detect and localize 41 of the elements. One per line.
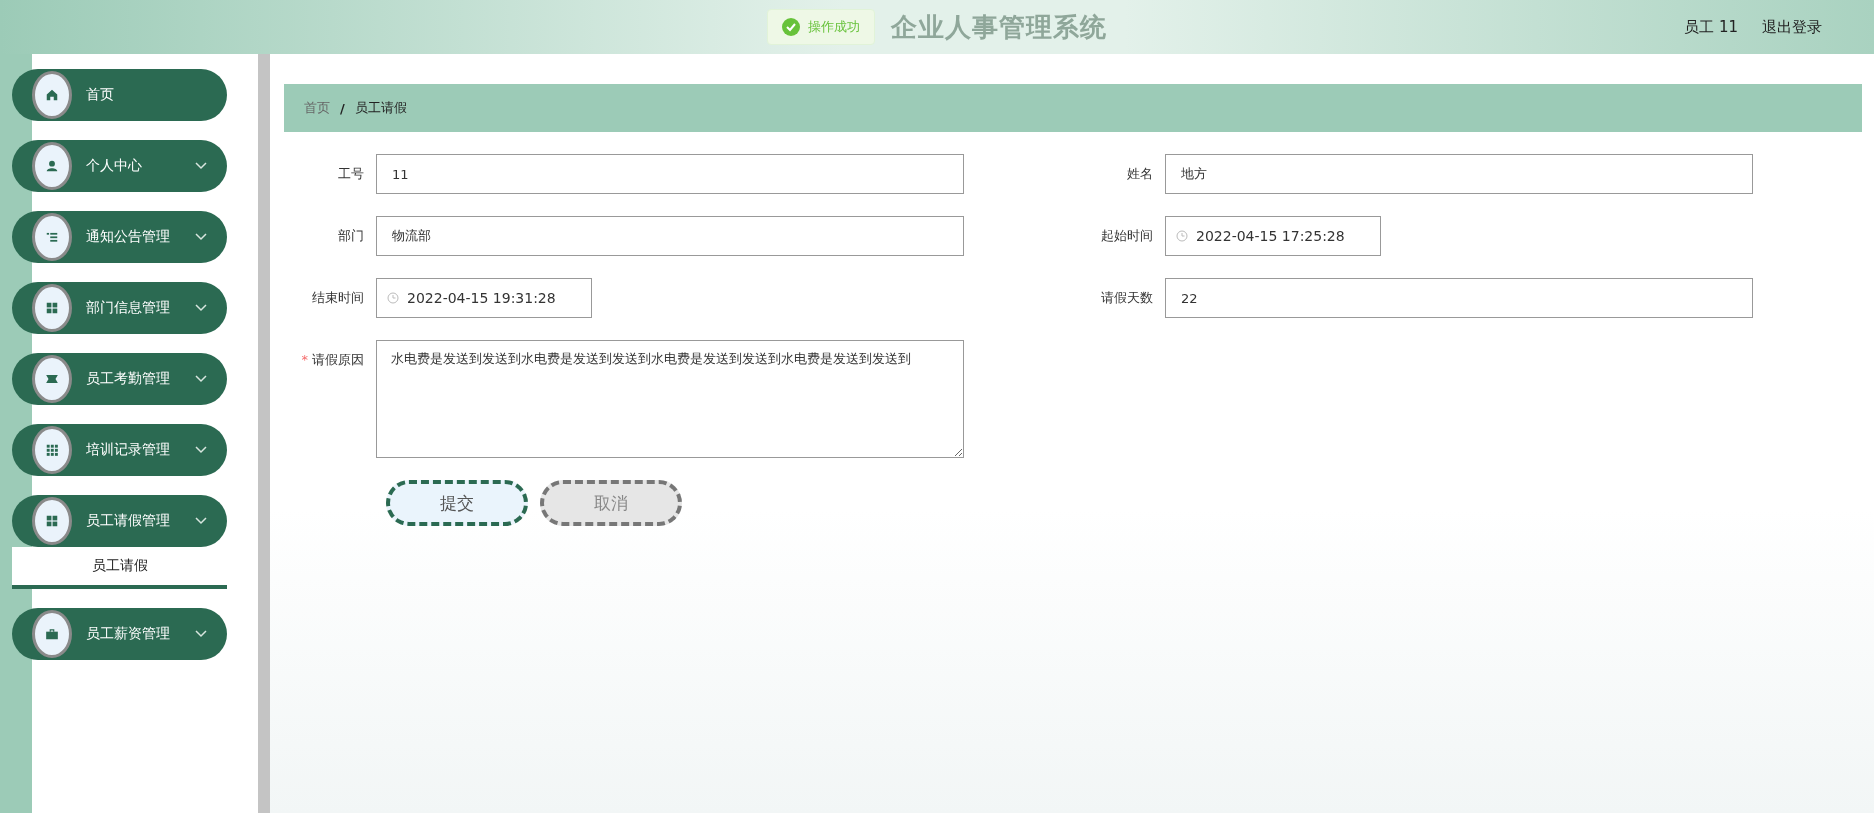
text-input[interactable]: 物流部 [376,216,964,256]
check-circle-icon [782,18,800,36]
date-field[interactable]: 2022-04-15 19:31:28 [376,278,592,318]
field-label: * 请假原因 [300,351,365,369]
menu-item[interactable]: 首页 [12,69,227,121]
list-icon [45,230,59,244]
field-label: 工号 [337,165,365,183]
reason-textarea[interactable]: 水电费是发送到发送到水电费是发送到发送到水电费是发送到发送到水电费是发送到发送到 [376,340,964,458]
date-field[interactable]: 2022-04-15 17:25:28 [1165,216,1381,256]
field-label: 姓名 [1126,165,1154,183]
menu-item[interactable]: 员工考勤管理 [12,353,227,405]
field-label: 结束时间 [311,289,365,307]
menu-item[interactable]: 员工请假管理 [12,495,227,547]
home-icon [45,88,59,102]
field-label: 起始时间 [1100,227,1154,245]
app-title: 企业人事管理系统 [891,10,1107,44]
grid-icon [45,514,59,528]
field-label: 请假天数 [1100,289,1154,307]
text-input[interactable]: 22 [1165,278,1753,318]
briefcase-icon [45,627,59,641]
breadcrumb-current: 员工请假 [354,99,407,117]
logout-link[interactable]: 退出登录 [1762,17,1822,37]
menu-item[interactable]: 员工薪资管理 [12,608,227,660]
menu-item[interactable]: 部门信息管理 [12,282,227,334]
submit-button[interactable]: 提交 [386,480,528,526]
text-input[interactable]: 11 [376,154,964,194]
success-toast: 操作成功 [767,9,875,45]
clock-icon [1176,230,1188,242]
menu-item[interactable]: 培训记录管理 [12,424,227,476]
apps-icon [45,443,59,457]
person-icon [45,159,59,173]
clock-icon [387,292,399,304]
text-input[interactable]: 地方 [1165,154,1753,194]
breadcrumb-separator: / [340,100,345,116]
user-name: 员工 11 [1684,17,1738,37]
menu-item[interactable]: 通知公告管理 [12,211,227,263]
grid-icon [45,301,59,315]
menu-item[interactable]: 个人中心 [12,140,227,192]
ticket-icon [45,372,59,386]
submenu-item[interactable]: 员工请假 [12,547,227,589]
field-label: 部门 [337,227,365,245]
